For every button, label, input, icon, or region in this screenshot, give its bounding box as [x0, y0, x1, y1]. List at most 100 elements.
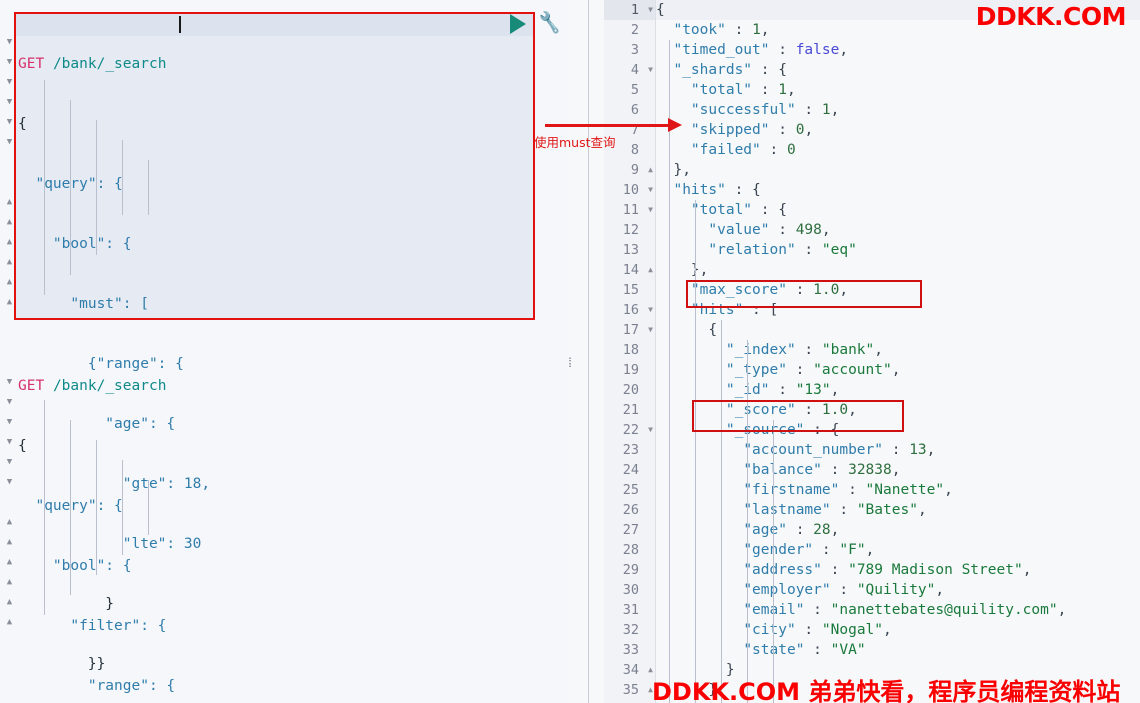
response-code-line: "total" : 1,: [690, 82, 796, 98]
response-line-number: 19: [622, 362, 639, 378]
indent-guide: [44, 400, 45, 615]
response-code-line: "failed" : 0: [690, 142, 796, 158]
fold-arrow-open[interactable]: ▼: [4, 437, 15, 448]
response-code-line: "hits" : {: [673, 182, 761, 198]
fold-arrow-close[interactable]: ▲: [642, 160, 653, 180]
request-url: /bank/_search: [52, 378, 167, 394]
response-line-number: 28: [622, 542, 639, 558]
watermark-top: DDKK.COM: [975, 2, 1127, 31]
response-line-number: 4 ▼: [630, 60, 653, 80]
request-one-url-line[interactable]: GET /bank/_search: [18, 54, 568, 74]
run-request-icon[interactable]: [510, 14, 526, 34]
fold-arrow-open[interactable]: ▼: [4, 397, 15, 408]
fold-arrow-open[interactable]: ▼: [4, 417, 15, 428]
text-caret: [179, 16, 181, 33]
fold-arrow-close[interactable]: ▲: [4, 517, 15, 528]
response-line-number: 22 ▼: [622, 420, 653, 440]
response-code-line: "_index" : "bank",: [725, 342, 884, 358]
response-line-number: 6: [630, 102, 639, 118]
response-line-number: 13: [622, 242, 639, 258]
response-code-line: "age" : 28,: [743, 522, 840, 538]
response-code-line: "relation" : "eq": [708, 242, 857, 258]
fold-arrow-open[interactable]: ▼: [642, 420, 653, 440]
fold-arrow-open[interactable]: ▼: [4, 457, 15, 468]
handle-dot: ⁞: [566, 356, 574, 371]
response-code-line: "city" : "Nogal",: [743, 622, 892, 638]
response-code-line: {: [656, 322, 718, 338]
pane-divider: [588, 0, 589, 703]
response-line-number: 16 ▼: [622, 300, 653, 320]
fold-arrow-open[interactable]: ▼: [642, 0, 653, 20]
response-line-number: 11 ▼: [622, 200, 653, 220]
response-line-number: 32: [622, 622, 639, 638]
response-code-line: "total" : {: [690, 202, 787, 218]
response-line-number: 35 ▲: [622, 682, 653, 698]
response-line-number: 34 ▲: [622, 662, 653, 678]
indent-guide: [721, 320, 722, 703]
indent-guide: [122, 460, 123, 555]
code-line: "bool": {: [18, 236, 132, 252]
response-code-line: "skipped" : 0,: [690, 122, 814, 138]
response-line-number: 15: [622, 282, 639, 298]
code-line: "bool": {: [18, 558, 132, 574]
fold-arrow-open[interactable]: ▼: [642, 320, 653, 340]
fold-arrow-open[interactable]: ▼: [642, 300, 653, 320]
response-line-numbers: 1 ▼ 2 3 4 ▼ 5 6 7 8 9 ▲ 10 ▼ 11 ▼ 12 13 14 ▲ 15 16 ▼ 17 ▼ 18 19 20 2…: [604, 0, 656, 703]
response-line-number: 20: [622, 382, 639, 398]
response-code-line: "firstname" : "Nanette",: [743, 482, 953, 498]
indent-guide: [148, 160, 149, 215]
response-line-number: 2: [630, 22, 639, 38]
response-line-number: 33: [622, 642, 639, 658]
response-line-number: 31: [622, 602, 639, 618]
indent-guide: [96, 440, 97, 575]
watermark-bottom: DDKK.COM 弟弟快看，程序员编程资料站: [652, 678, 1121, 703]
response-code[interactable]: { "took" : 1, "timed_out" : false, "_sha…: [656, 0, 1140, 700]
response-line-number: 30: [622, 582, 639, 598]
fold-arrow-close[interactable]: ▲: [642, 260, 653, 280]
response-line-number: 1 ▼: [604, 0, 655, 20]
request-two-url-line[interactable]: GET /bank/_search: [18, 376, 568, 396]
response-code-line: "value" : 498,: [708, 222, 831, 238]
response-code-line: "account_number" : 13,: [743, 442, 936, 458]
pane-resize-handle[interactable]: ⁞: [566, 356, 574, 384]
response-line-number: 26: [622, 502, 639, 518]
fold-arrow-close[interactable]: ▲: [4, 557, 15, 568]
response-code-line: "state" : "VA": [743, 642, 866, 658]
fold-arrow-close[interactable]: ▲: [4, 617, 15, 628]
response-viewer-pane[interactable]: 1 ▼ 2 3 4 ▼ 5 6 7 8 9 ▲ 10 ▼ 11 ▼ 12 13 14 ▲ 15 16 ▼ 17 ▼ 18 19 20 2…: [604, 0, 1140, 703]
fold-arrow-close[interactable]: ▲: [4, 537, 15, 548]
wrench-icon[interactable]: 🔧: [536, 10, 564, 37]
response-code-line: "_source" : {: [725, 422, 840, 438]
indent-guide: [747, 340, 748, 703]
indent-guide: [669, 180, 670, 703]
response-line-number: 21: [622, 402, 639, 418]
fold-arrow-close[interactable]: ▲: [4, 577, 15, 588]
indent-guide: [695, 200, 696, 703]
http-method: GET: [18, 56, 45, 72]
response-code-line: "lastname" : "Bates",: [743, 502, 927, 518]
fold-arrow-open[interactable]: ▼: [642, 180, 653, 200]
request-editor-pane[interactable]: ▼ ▼ ▼ ▼ ▼ ▼ ▲ ▲ ▲ ▲ ▲ ▲ ▼ ▼ ▼ ▼ ▼ ▼ ▲ ▲ …: [0, 0, 568, 703]
code-line: {: [18, 116, 27, 132]
response-line-number: 3: [630, 42, 639, 58]
response-code-line: },: [656, 162, 691, 178]
code-line: "must": [: [18, 296, 149, 312]
indent-guide: [122, 140, 123, 215]
annotation-arrow-head: [668, 118, 682, 132]
response-code-line: "_type" : "account",: [725, 362, 901, 378]
fold-arrow-close[interactable]: ▲: [4, 597, 15, 608]
fold-arrow-open[interactable]: ▼: [642, 200, 653, 220]
response-code-line: "employer" : "Quility",: [743, 582, 945, 598]
fold-arrow-open[interactable]: ▼: [4, 477, 15, 488]
response-code-line: "_shards" : {: [673, 62, 787, 78]
fold-arrow-open[interactable]: ▼: [642, 60, 653, 80]
response-line-number: 29: [622, 562, 639, 578]
request-two-code[interactable]: GET /bank/_search { "query": { "bool": {…: [18, 336, 568, 703]
annotation-arrow-label: 使用must查询: [534, 135, 616, 150]
code-line: {: [18, 438, 27, 454]
response-line-number: 12: [622, 222, 639, 238]
indent-guide: [669, 40, 670, 180]
response-code-line: "timed_out" : false,: [673, 42, 849, 58]
response-line-number: 27: [622, 522, 639, 538]
fold-arrow-open[interactable]: ▼: [4, 377, 15, 388]
